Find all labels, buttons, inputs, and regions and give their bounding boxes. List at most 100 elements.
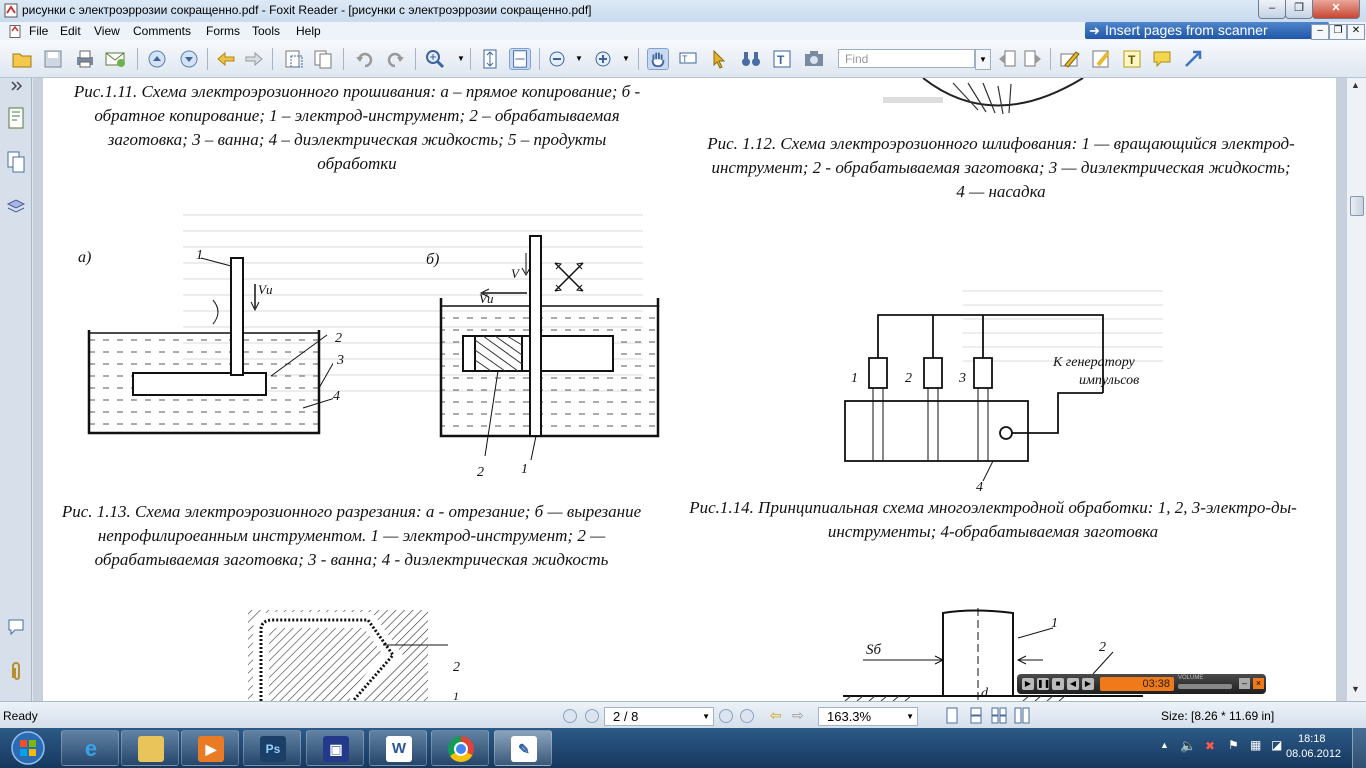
menu-file[interactable]: File bbox=[29, 24, 48, 38]
snapshot-icon[interactable] bbox=[283, 48, 305, 70]
fit-page-icon[interactable] bbox=[479, 48, 501, 70]
pane-expand-icon[interactable] bbox=[6, 80, 26, 92]
volume-slider[interactable] bbox=[1178, 684, 1232, 689]
clock-time[interactable]: 18:18 bbox=[1298, 733, 1326, 745]
comments-panel-icon[interactable] bbox=[6, 616, 26, 640]
insert-pages-from-scanner-button[interactable]: ➜ Insert pages from scanner bbox=[1085, 22, 1329, 39]
email-icon[interactable] bbox=[104, 48, 126, 70]
forward-view-icon[interactable]: ⇨ bbox=[792, 707, 804, 724]
zoom-in-icon[interactable] bbox=[592, 48, 614, 70]
menu-help[interactable]: Help bbox=[296, 24, 321, 38]
print-icon[interactable] bbox=[74, 48, 96, 70]
zoom-icon[interactable] bbox=[424, 48, 446, 70]
mdi-restore-button[interactable]: ❐ bbox=[1329, 24, 1347, 40]
redo-icon[interactable] bbox=[384, 48, 406, 70]
previous-icon[interactable]: ◀ bbox=[1067, 678, 1079, 690]
chevron-down-icon[interactable]: ▼ bbox=[457, 54, 465, 63]
page-number-field[interactable]: 2 / 8 ▼ bbox=[604, 707, 714, 726]
typewriter-icon[interactable]: T bbox=[771, 48, 793, 70]
mdi-close-button[interactable]: ✕ bbox=[1347, 24, 1365, 40]
select-pointer-icon[interactable] bbox=[708, 48, 730, 70]
layers-icon[interactable] bbox=[6, 194, 26, 218]
copy-page-icon[interactable] bbox=[312, 48, 334, 70]
note-icon[interactable] bbox=[1151, 48, 1173, 70]
previous-page-icon[interactable] bbox=[585, 709, 599, 723]
back-view-icon[interactable]: ⇦ bbox=[770, 707, 782, 724]
taskbar-save-app[interactable]: ▣ bbox=[306, 730, 364, 766]
next-icon[interactable]: ▶ bbox=[1082, 678, 1094, 690]
vertical-scrollbar[interactable]: ▲ ▼ bbox=[1346, 78, 1366, 701]
camera-icon[interactable] bbox=[803, 48, 825, 70]
scroll-up-arrow-icon[interactable]: ▲ bbox=[1351, 80, 1360, 90]
find-input[interactable]: Find bbox=[838, 49, 975, 68]
taskbar-file-explorer[interactable] bbox=[121, 730, 179, 766]
last-page-icon[interactable] bbox=[740, 709, 754, 723]
arrow-tool-icon[interactable] bbox=[1182, 48, 1204, 70]
select-text-icon[interactable]: T bbox=[677, 48, 699, 70]
page-down-icon[interactable] bbox=[178, 48, 200, 70]
fit-width-icon[interactable] bbox=[509, 48, 531, 70]
menu-tools[interactable]: Tools bbox=[252, 24, 280, 38]
forward-arrow-icon[interactable] bbox=[243, 48, 265, 70]
minimize-player-icon[interactable]: – bbox=[1239, 678, 1250, 689]
binoculars-icon[interactable] bbox=[740, 48, 762, 70]
continuous-page-icon[interactable] bbox=[968, 707, 984, 724]
attachments-icon[interactable] bbox=[6, 660, 26, 684]
network-icon[interactable]: ✖ bbox=[1205, 739, 1215, 753]
menu-forms[interactable]: Forms bbox=[206, 24, 240, 38]
continuous-facing-icon[interactable] bbox=[1014, 707, 1030, 724]
menu-edit[interactable]: Edit bbox=[60, 24, 81, 38]
taskbar-word[interactable]: W bbox=[369, 730, 427, 766]
show-hidden-icons[interactable]: ▲ bbox=[1160, 740, 1169, 750]
undo-icon[interactable] bbox=[354, 48, 376, 70]
document-viewport[interactable]: Рис.1.11. Схема электроэрозионного проши… bbox=[33, 78, 1346, 701]
open-folder-icon[interactable] bbox=[11, 48, 33, 70]
start-button-icon[interactable] bbox=[9, 730, 47, 766]
play-icon[interactable]: ▶ bbox=[1022, 678, 1034, 690]
foxit-app-icon[interactable] bbox=[4, 3, 18, 18]
chevron-down-icon[interactable]: ▼ bbox=[575, 54, 583, 63]
maximize-button[interactable]: ❐ bbox=[1285, 0, 1313, 19]
taskbar-internet-explorer[interactable]: e bbox=[61, 730, 119, 766]
pages-thumbnail-icon[interactable] bbox=[6, 150, 26, 174]
pencil-comment-icon[interactable] bbox=[1059, 48, 1081, 70]
media-player-overlay[interactable]: ▶ ❚❚ ■ ◀ ▶ 03:38 VOLUME – × bbox=[1017, 674, 1266, 694]
find-previous-icon[interactable] bbox=[996, 48, 1018, 70]
chevron-down-icon[interactable]: ▼ bbox=[622, 54, 630, 63]
tray-app-icon[interactable]: ◪ bbox=[1271, 738, 1282, 752]
find-next-icon[interactable] bbox=[1022, 48, 1044, 70]
first-page-icon[interactable] bbox=[563, 709, 577, 723]
highlight-icon[interactable] bbox=[1090, 48, 1112, 70]
taskbar-media-player[interactable]: ▶ bbox=[181, 730, 239, 766]
show-desktop-button[interactable] bbox=[1352, 728, 1366, 768]
back-arrow-icon[interactable] bbox=[215, 48, 237, 70]
next-page-icon[interactable] bbox=[719, 709, 733, 723]
facing-pages-icon[interactable] bbox=[991, 707, 1007, 724]
minimize-button[interactable]: – bbox=[1258, 0, 1286, 19]
stop-icon[interactable]: ■ bbox=[1052, 678, 1064, 690]
zoom-level-field[interactable]: 163.3% ▼ bbox=[818, 707, 918, 726]
menu-comments[interactable]: Comments bbox=[133, 24, 191, 38]
taskbar-foxit-reader[interactable]: ✎ bbox=[494, 730, 552, 766]
bookmarks-icon[interactable] bbox=[6, 106, 26, 130]
action-center-icon[interactable]: ⚑ bbox=[1228, 738, 1239, 752]
close-button[interactable]: ✕ bbox=[1312, 0, 1360, 19]
menu-view[interactable]: View bbox=[94, 24, 120, 38]
chevron-down-icon[interactable]: ▼ bbox=[702, 708, 710, 725]
hand-tool-icon[interactable] bbox=[647, 48, 669, 70]
scrollbar-thumb[interactable] bbox=[1350, 196, 1364, 216]
language-icon[interactable]: ▦ bbox=[1250, 738, 1261, 752]
text-box-icon[interactable]: T bbox=[1121, 48, 1143, 70]
single-page-icon[interactable] bbox=[944, 707, 960, 724]
taskbar-chrome[interactable] bbox=[431, 730, 489, 766]
scroll-down-arrow-icon[interactable]: ▼ bbox=[1351, 684, 1360, 694]
mdi-minimize-button[interactable]: – bbox=[1311, 24, 1329, 40]
volume-icon[interactable]: 🔈 bbox=[1180, 738, 1196, 754]
save-icon[interactable] bbox=[42, 48, 64, 70]
chevron-down-icon[interactable]: ▼ bbox=[906, 708, 914, 725]
clock-date[interactable]: 08.06.2012 bbox=[1286, 748, 1341, 760]
page-up-icon[interactable] bbox=[146, 48, 168, 70]
find-dropdown-button[interactable]: ▼ bbox=[975, 49, 991, 70]
pause-icon[interactable]: ❚❚ bbox=[1037, 678, 1050, 690]
close-player-icon[interactable]: × bbox=[1253, 678, 1264, 689]
